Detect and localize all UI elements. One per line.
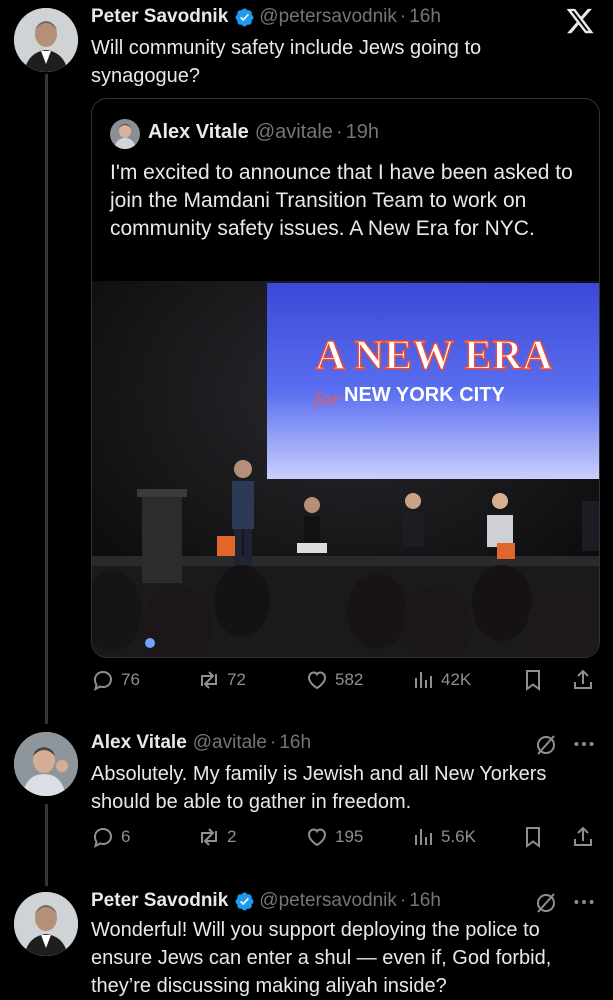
post-time[interactable]: 16h xyxy=(279,732,311,754)
separator: · xyxy=(269,732,277,753)
reply1-actions: 6 2 195 5.6K xyxy=(91,825,600,853)
bookmark-button[interactable] xyxy=(521,668,545,692)
repost-button[interactable]: 2 xyxy=(197,825,236,849)
repost-button[interactable]: 72 xyxy=(197,668,246,692)
author-name[interactable]: Peter Savodnik xyxy=(91,6,228,28)
portrait-icon xyxy=(110,119,140,149)
thread-line-reply xyxy=(45,804,48,886)
author-avatar-peter[interactable] xyxy=(14,892,78,956)
views-count: 5.6K xyxy=(441,827,476,846)
portrait-icon xyxy=(14,8,78,72)
quoted-post-time: 19h xyxy=(345,121,379,143)
quoted-author-name: Alex Vitale xyxy=(148,121,249,143)
like-count: 195 xyxy=(335,827,364,846)
author-handle[interactable]: @avitale xyxy=(193,732,267,754)
quoted-post-text: I'm excited to announce that I have been… xyxy=(110,161,573,240)
grok-icon[interactable] xyxy=(534,891,558,915)
post-actions: 76 72 582 42K xyxy=(91,668,600,696)
screen-script: for xyxy=(312,389,341,410)
more-icon[interactable] xyxy=(571,731,597,757)
reply-icon xyxy=(93,827,113,848)
author-handle[interactable]: @petersavodnik xyxy=(259,890,397,912)
views-button[interactable]: 5.6K xyxy=(411,825,476,849)
share-icon xyxy=(574,669,592,689)
quoted-post-card[interactable]: Alex Vitale @avitale · 19h I'm excited t… xyxy=(91,98,600,658)
post-time[interactable]: 16h xyxy=(409,6,441,28)
reply-button[interactable]: 76 xyxy=(91,668,140,692)
reply-count: 6 xyxy=(121,827,131,846)
screen-subline: NEW YORK CITY xyxy=(344,384,505,406)
like-button[interactable]: 582 xyxy=(305,668,363,692)
author-name[interactable]: Alex Vitale xyxy=(91,732,187,754)
views-button[interactable]: 42K xyxy=(411,668,471,692)
more-icon[interactable] xyxy=(571,889,597,915)
bookmark-icon xyxy=(526,827,540,848)
verified-icon xyxy=(235,8,254,26)
share-icon xyxy=(574,826,592,846)
repost-icon xyxy=(201,671,217,689)
quoted-author-handle: @avitale xyxy=(254,121,333,143)
like-button[interactable]: 195 xyxy=(305,825,363,849)
thread-line-main xyxy=(45,74,48,724)
reply-button[interactable]: 6 xyxy=(91,825,130,849)
like-count: 582 xyxy=(335,670,364,689)
views-icon xyxy=(415,829,432,845)
portrait-icon xyxy=(14,892,78,956)
repost-count: 72 xyxy=(227,670,246,689)
grok-icon[interactable] xyxy=(534,733,558,757)
screen-headline: A NEW ERA xyxy=(315,333,553,379)
separator: · xyxy=(335,121,343,143)
x-logo-icon[interactable] xyxy=(565,6,595,36)
reply-icon xyxy=(93,670,113,691)
quoted-post-header: Alex Vitale @avitale · 19h xyxy=(148,121,379,144)
author-name[interactable]: Peter Savodnik xyxy=(91,890,228,912)
bookmark-button[interactable] xyxy=(521,825,545,849)
repost-count: 2 xyxy=(227,827,237,846)
reply2-header: Peter Savodnik @petersavodnik · 16h xyxy=(91,890,441,912)
share-button[interactable] xyxy=(571,825,595,849)
portrait-icon xyxy=(14,732,78,796)
post-header: Peter Savodnik @petersavodnik · 16h xyxy=(91,6,441,28)
share-button[interactable] xyxy=(571,668,595,692)
separator: · xyxy=(399,6,407,27)
reply1-text: Absolutely. My family is Jewish and all … xyxy=(91,763,547,813)
author-avatar-peter[interactable] xyxy=(14,8,78,72)
verified-icon xyxy=(235,892,254,910)
reply-count: 76 xyxy=(121,670,140,689)
author-handle[interactable]: @petersavodnik xyxy=(259,6,397,28)
repost-icon xyxy=(201,828,217,846)
reply1-header: Alex Vitale @avitale · 16h xyxy=(91,732,311,754)
post-time[interactable]: 16h xyxy=(409,890,441,912)
reply2-text: Wonderful! Will you support deploying th… xyxy=(91,919,552,997)
like-icon xyxy=(307,671,327,690)
event-photo[interactable]: A NEW ERA for NEW YORK CITY xyxy=(92,281,600,658)
views-count: 42K xyxy=(441,670,472,689)
views-icon xyxy=(415,672,432,688)
like-icon xyxy=(307,828,327,847)
post-text: Will community safety include Jews going… xyxy=(91,37,482,87)
separator: · xyxy=(399,890,407,911)
author-avatar-alex[interactable] xyxy=(14,732,78,796)
quoted-author-avatar xyxy=(110,119,140,149)
bookmark-icon xyxy=(526,670,540,691)
